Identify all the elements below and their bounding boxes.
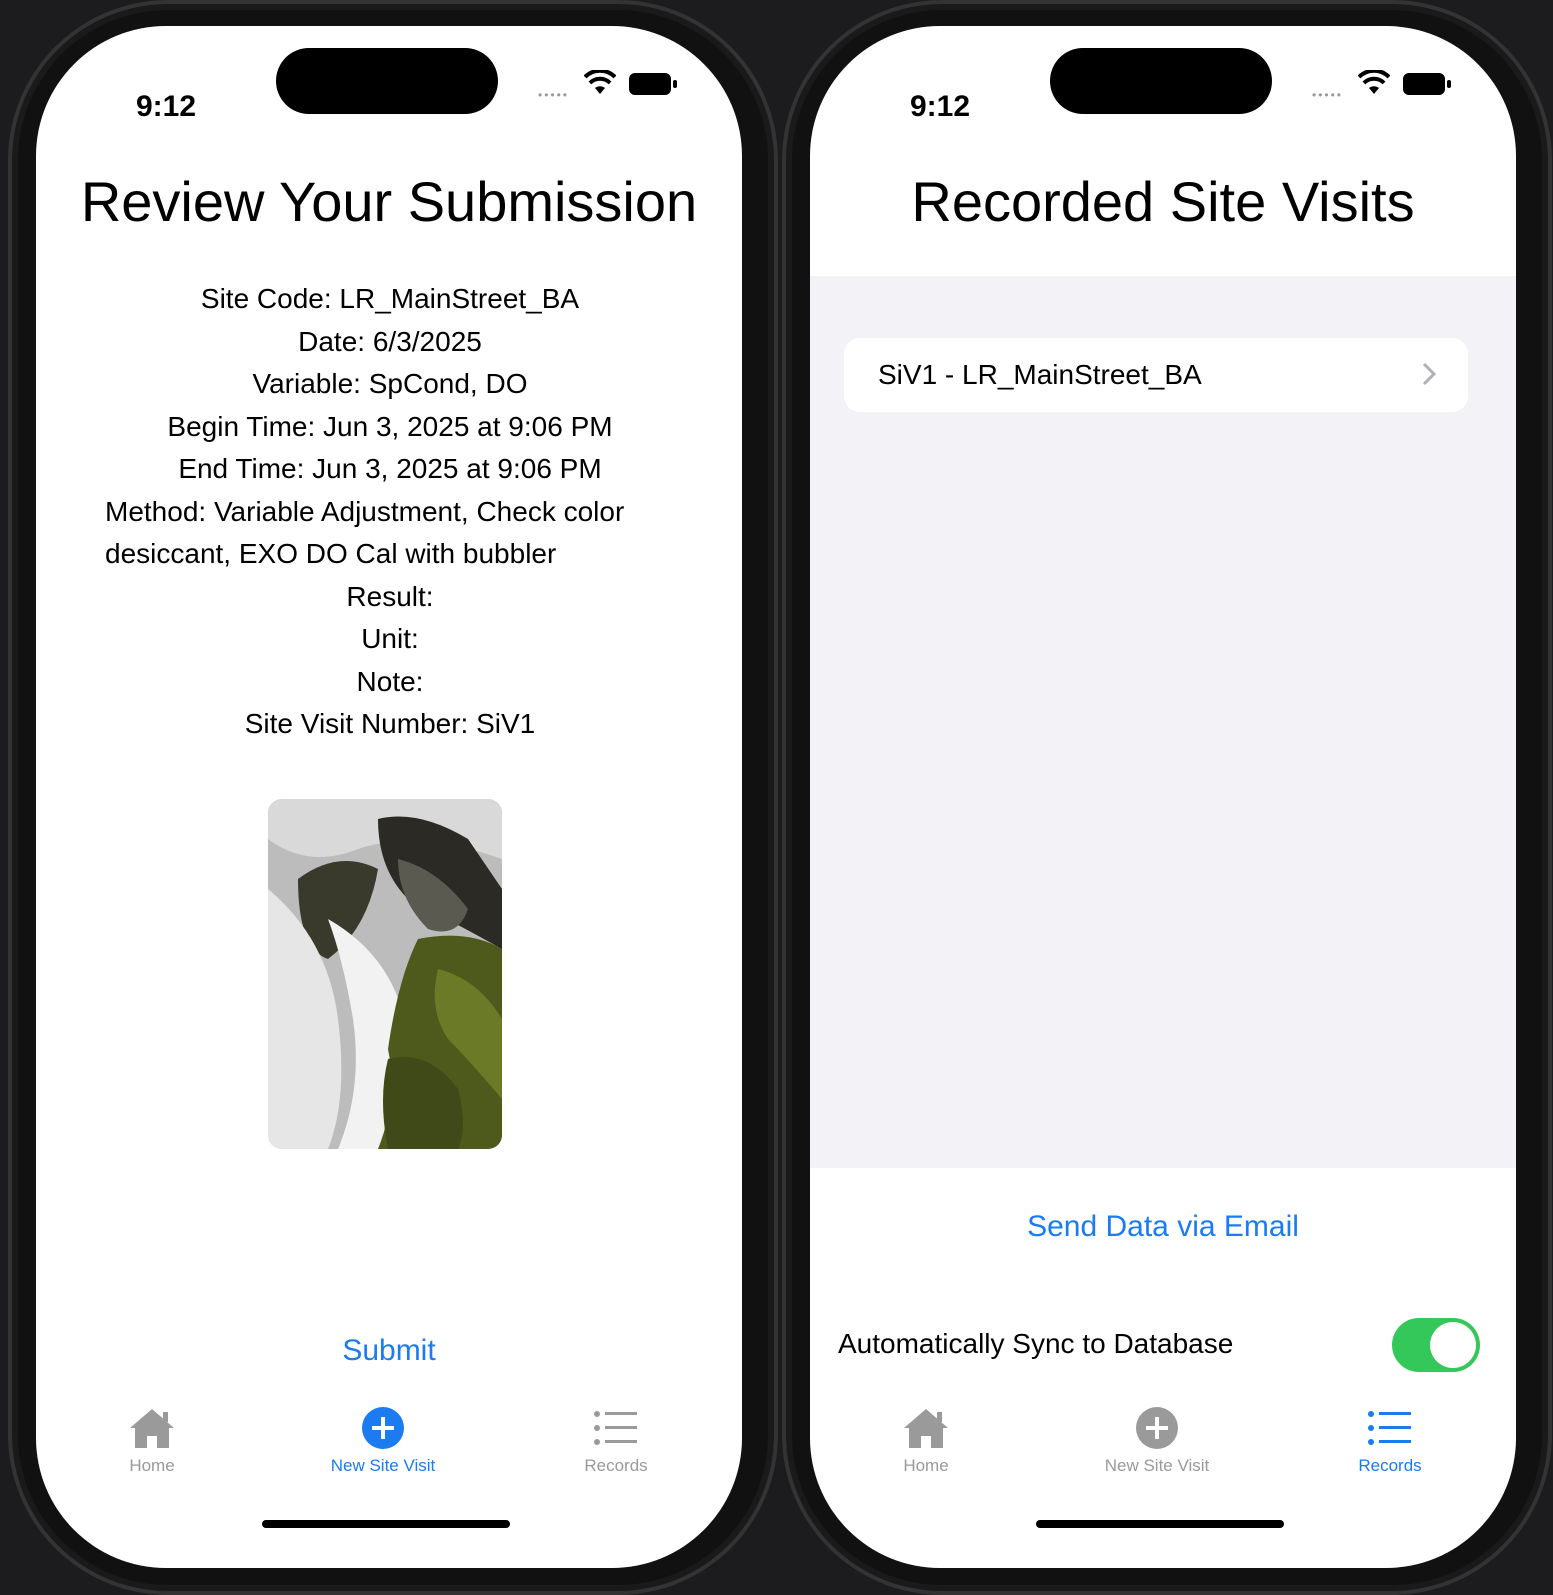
detail-begin-time: Begin Time: Jun 3, 2025 at 9:06 PM	[167, 410, 613, 442]
status-time: 9:12	[136, 90, 197, 123]
dynamic-island	[276, 48, 498, 114]
detail-method: Method: Variable Adjustment, Check color…	[105, 495, 625, 570]
status-bar: 9:12 •••••	[810, 26, 1516, 136]
detail-note: Note:	[356, 665, 424, 697]
plus-circle-icon	[1136, 1407, 1178, 1449]
battery-icon	[1403, 73, 1451, 95]
tab-records-label: Records	[1358, 1456, 1422, 1475]
signal-icon: •••••	[538, 88, 570, 102]
tab-new-site-visit-label: New Site Visit	[1104, 1456, 1210, 1475]
wifi-icon	[1358, 70, 1390, 94]
site-photo	[268, 799, 502, 1149]
status-bar: 9:12 •••••	[36, 26, 742, 136]
tab-records[interactable]: Records	[1290, 1406, 1490, 1476]
records-list: SiV1 - LR_MainStreet_BA	[810, 276, 1516, 1168]
list-icon	[594, 1411, 637, 1445]
chevron-right-icon	[1422, 362, 1436, 386]
tab-bar: Home New Site Visit Records	[810, 1406, 1516, 1506]
list-icon	[1368, 1411, 1411, 1445]
sync-toggle[interactable]	[1392, 1318, 1480, 1372]
submit-button[interactable]: Submit	[36, 1334, 742, 1368]
review-submission-screen: 9:12 ••••• Review Your Submission Site C…	[36, 26, 742, 1568]
tab-home[interactable]: Home	[826, 1406, 1026, 1476]
tab-new-site-visit[interactable]: New Site Visit	[1057, 1406, 1257, 1476]
sync-label: Automatically Sync to Database	[838, 1328, 1234, 1359]
tab-records-label: Records	[584, 1456, 648, 1475]
battery-icon	[629, 73, 677, 95]
home-indicator[interactable]	[1036, 1520, 1284, 1528]
house-icon	[904, 1409, 948, 1448]
status-time: 9:12	[910, 90, 971, 123]
submission-details: Site Code: LR_MainStreet_BA Date: 6/3/20…	[102, 278, 678, 746]
tab-home-label: Home	[903, 1456, 949, 1475]
recorded-site-visits-screen: 9:12 ••••• Recorded Site Visits SiV1 - L…	[810, 26, 1516, 1568]
plus-circle-icon	[362, 1407, 404, 1449]
tab-home-label: Home	[129, 1456, 175, 1475]
tab-home[interactable]: Home	[52, 1406, 252, 1476]
list-item[interactable]: SiV1 - LR_MainStreet_BA	[844, 338, 1468, 412]
page-title: Review Your Submission	[80, 170, 698, 233]
tab-records[interactable]: Records	[516, 1406, 716, 1476]
detail-variable: Variable: SpCond, DO	[252, 368, 528, 399]
detail-date: Date: 6/3/2025	[298, 325, 482, 357]
signal-icon: •••••	[1312, 88, 1344, 102]
wifi-icon	[584, 70, 616, 94]
detail-unit: Unit:	[361, 623, 419, 654]
phone-frame-left: 9:12 ••••• Review Your Submission Site C…	[8, 0, 778, 1595]
tab-bar: Home New Site Visit Records	[36, 1406, 742, 1506]
home-indicator[interactable]	[262, 1520, 510, 1528]
phone-frame-right: 9:12 ••••• Recorded Site Visits SiV1 - L…	[782, 0, 1552, 1595]
detail-site-code: Site Code: LR_MainStreet_BA	[200, 283, 580, 314]
dynamic-island	[1050, 48, 1272, 114]
house-icon	[130, 1409, 174, 1448]
detail-end-time: End Time: Jun 3, 2025 at 9:06 PM	[178, 453, 602, 484]
toggle-knob	[1430, 1322, 1476, 1368]
send-email-button[interactable]: Send Data via Email	[810, 1210, 1516, 1244]
detail-site-visit-number: Site Visit Number: SiV1	[244, 708, 536, 739]
record-label: SiV1 - LR_MainStreet_BA	[878, 359, 1202, 390]
detail-result: Result:	[346, 580, 434, 612]
page-title: Recorded Site Visits	[911, 170, 1415, 233]
tab-new-site-visit[interactable]: New Site Visit	[283, 1406, 483, 1476]
tab-new-site-visit-label: New Site Visit	[330, 1456, 436, 1475]
